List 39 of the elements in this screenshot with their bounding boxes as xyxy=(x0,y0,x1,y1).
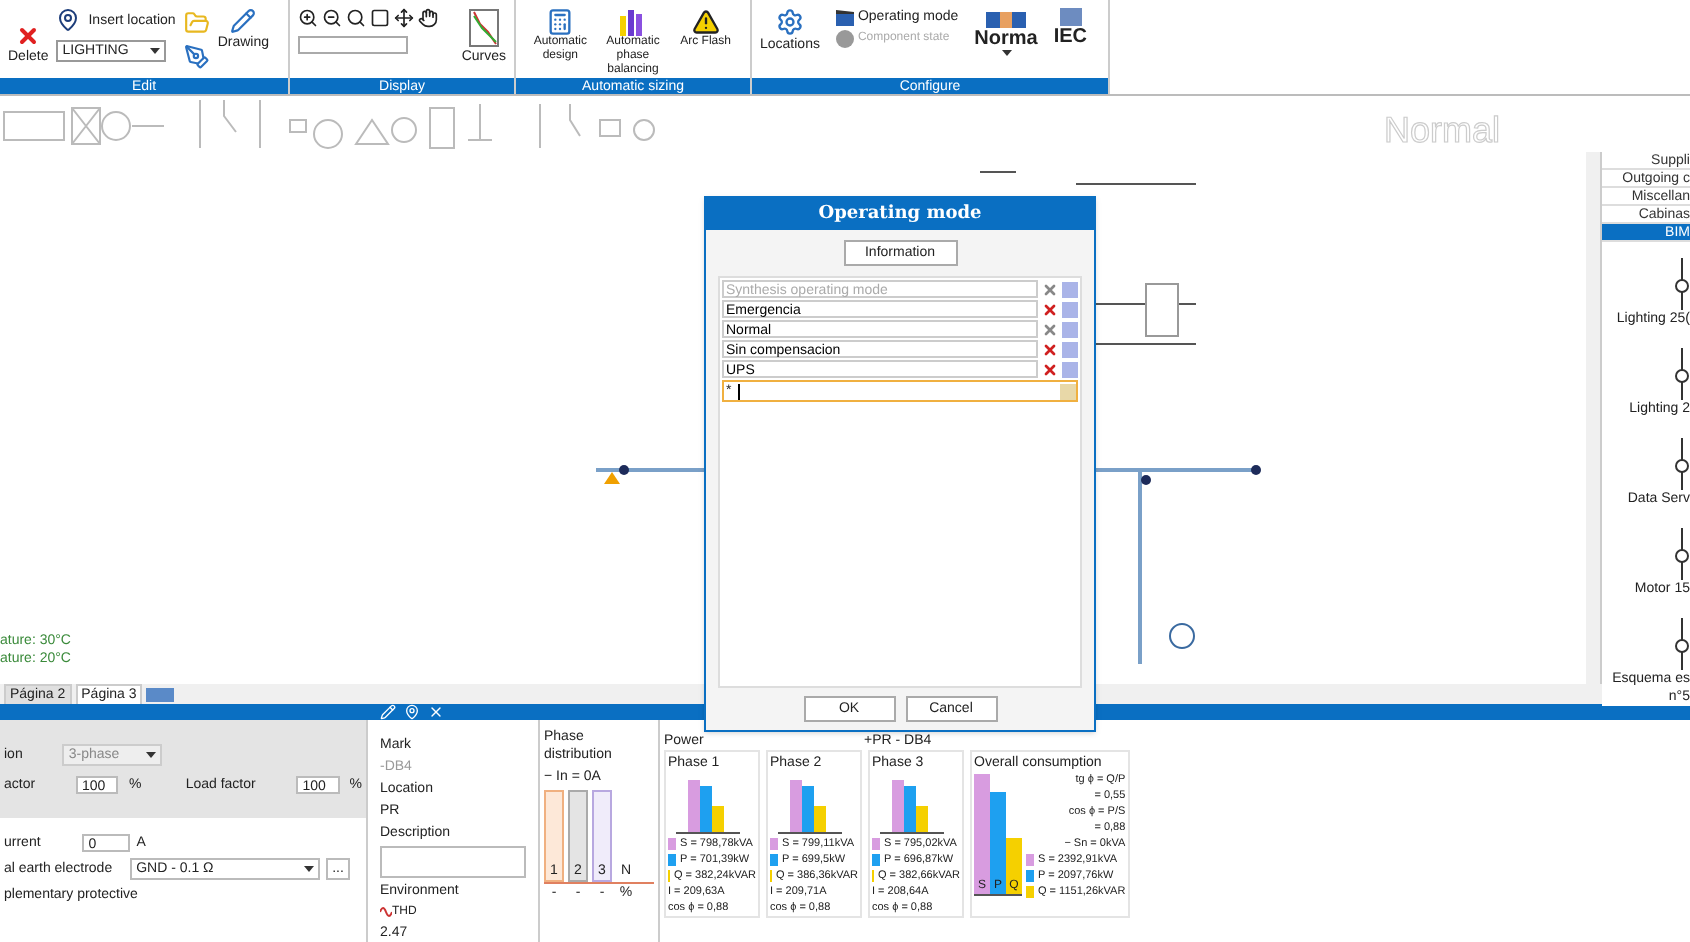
symbol-icon[interactable] xyxy=(1674,618,1690,670)
zoom-in-icon[interactable] xyxy=(298,8,318,28)
pencil-icon[interactable] xyxy=(380,704,396,720)
pen-icon[interactable] xyxy=(183,44,210,70)
wave-icon xyxy=(380,904,392,920)
symbol-icon[interactable] xyxy=(1674,438,1690,490)
caret-icon xyxy=(1001,50,1012,56)
description-field[interactable] xyxy=(380,846,526,878)
caret-icon xyxy=(146,752,157,758)
settings-icon xyxy=(775,8,804,36)
delete-icon[interactable] xyxy=(1042,281,1058,297)
pencil-icon xyxy=(230,8,257,34)
warning-icon xyxy=(691,8,720,36)
zoom-out-icon[interactable] xyxy=(322,8,342,28)
close-icon[interactable] xyxy=(428,704,444,720)
symbol-icon[interactable] xyxy=(1674,258,1690,310)
caret-icon xyxy=(304,866,315,872)
delete-icon[interactable] xyxy=(1042,361,1058,377)
norma-button[interactable]: Norma xyxy=(974,8,1038,56)
symbol-icon[interactable] xyxy=(1674,348,1690,400)
move-icon[interactable] xyxy=(394,8,414,28)
hand-icon[interactable] xyxy=(418,8,438,28)
zoom-field[interactable] xyxy=(298,36,408,54)
iec-button[interactable]: IEC xyxy=(1053,8,1088,48)
curve-chart-icon xyxy=(467,8,500,48)
vertical-scrollbar[interactable] xyxy=(1586,152,1600,684)
bar-chart-icon xyxy=(618,8,647,36)
caret-icon xyxy=(150,48,161,54)
delete-icon[interactable] xyxy=(1042,301,1058,317)
calculator-icon xyxy=(546,8,575,36)
search-icon[interactable] xyxy=(346,8,366,28)
delete-icon[interactable] xyxy=(1042,321,1058,337)
delete-icon[interactable] xyxy=(1042,341,1058,357)
square-icon[interactable] xyxy=(370,8,390,28)
symbol-icon[interactable] xyxy=(1674,528,1690,580)
dialog-title: Operating mode xyxy=(706,198,1094,230)
pin-icon[interactable] xyxy=(404,704,420,720)
pin-icon xyxy=(56,8,81,32)
close-icon xyxy=(16,24,41,48)
